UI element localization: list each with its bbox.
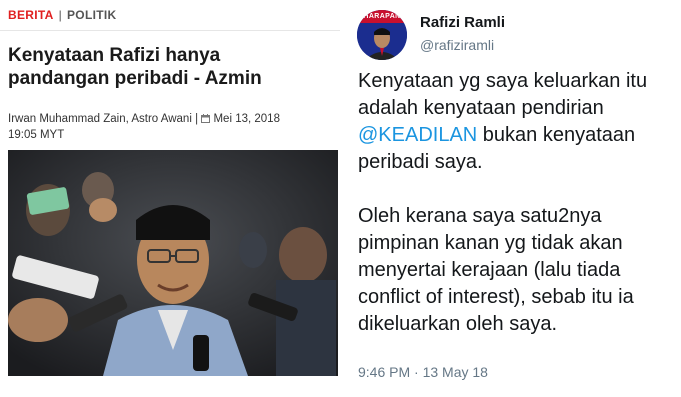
byline-authors: Irwan Muhammad Zain, Astro Awani | bbox=[8, 113, 199, 125]
tweet-card: HARAPAN Rafizi Ramli @rafiziramli Kenyat… bbox=[344, 0, 681, 397]
article-headline: Kenyataan Rafizi hanya pandangan peribad… bbox=[8, 45, 262, 89]
calendar-icon bbox=[201, 113, 211, 128]
category-separator: | bbox=[58, 8, 62, 22]
category-politik-link[interactable]: POLITIK bbox=[67, 8, 116, 22]
tweet-paragraph-2: Oleh kerana saya satu2nya pimpinan kanan… bbox=[358, 205, 634, 335]
tweet-text: Kenyataan yg saya keluarkan itu adalah k… bbox=[358, 68, 676, 365]
tweet-paragraph-1: Kenyataan yg saya keluarkan itu adalah k… bbox=[358, 68, 676, 176]
header-divider bbox=[0, 30, 340, 31]
byline-date: Mei 13, 2018 bbox=[213, 113, 280, 125]
author-name[interactable]: Rafizi Ramli bbox=[420, 14, 505, 31]
news-article: BERITA | POLITIK Kenyataan Rafizi hanya pa… bbox=[0, 0, 340, 397]
tweet-timestamp[interactable]: 9:46 PM · 13 May 18 bbox=[358, 364, 488, 380]
avatar[interactable]: HARAPAN bbox=[357, 10, 407, 60]
category-breadcrumb: BERITA | POLITIK bbox=[8, 8, 116, 22]
byline-time: 19:05 MYT bbox=[8, 129, 65, 141]
author-handle[interactable]: @rafiziramli bbox=[420, 37, 494, 53]
category-berita-link[interactable]: BERITA bbox=[8, 8, 54, 22]
mention-link[interactable]: @KEADILAN bbox=[358, 124, 477, 146]
article-photo bbox=[8, 150, 338, 376]
avatar-banner-text: HARAPAN bbox=[357, 10, 407, 23]
article-byline: Irwan Muhammad Zain, Astro Awani | Mei 1… bbox=[8, 112, 326, 143]
tweet-text-part: Kenyataan yg saya keluarkan itu adalah k… bbox=[358, 70, 648, 119]
